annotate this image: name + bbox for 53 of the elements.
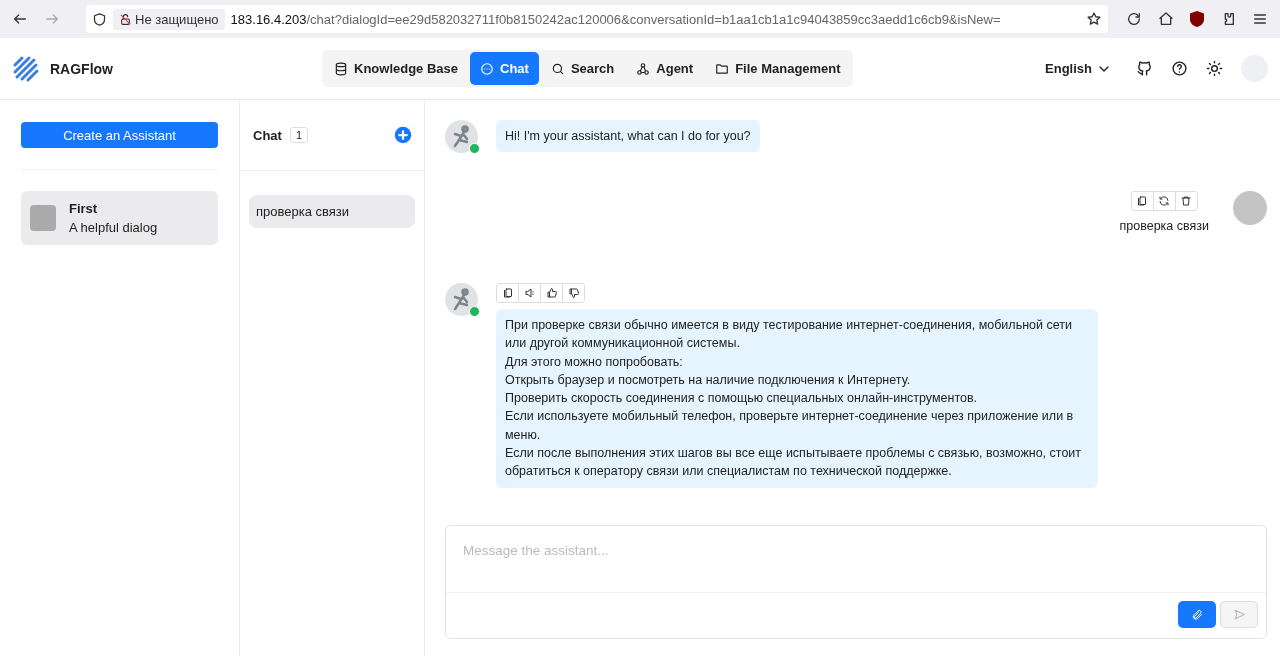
- app-name: RAGFlow: [50, 60, 113, 77]
- assistant-image: [30, 205, 56, 231]
- robot-avatar: [445, 120, 478, 153]
- nav-tab[interactable]: Agent: [626, 52, 704, 85]
- nav-tab[interactable]: Search: [540, 52, 625, 85]
- extension-shield-icon[interactable]: [1190, 11, 1204, 27]
- assistant-message: Hi! I'm your assistant, what can I do for you?: [496, 120, 760, 153]
- menu-icon: [1252, 11, 1268, 27]
- url-text: 183.16.4.203/chat?dialogId=ee29d582032711f0b8150242ac120006&conversationId=b1aa1cb1a1c94043859cc3aedd1c6cb9&isNew=: [230, 11, 1002, 27]
- back-icon: [12, 11, 28, 27]
- thumbs-up-icon[interactable]: [545, 287, 558, 299]
- nav-tab[interactable]: File Management: [705, 52, 851, 85]
- user-message: проверка связи: [1119, 218, 1209, 235]
- github-icon[interactable]: [1136, 60, 1153, 77]
- folder-icon: [715, 61, 730, 76]
- nodes-icon: [636, 61, 651, 76]
- add-icon[interactable]: [394, 126, 412, 144]
- forward-icon: [44, 11, 60, 27]
- help-icon[interactable]: [1171, 60, 1188, 77]
- chat-list-title: Chat: [253, 127, 282, 143]
- thumbs-down-icon[interactable]: [567, 287, 580, 299]
- shield-icon: [92, 11, 107, 27]
- speaker-icon[interactable]: [523, 287, 536, 299]
- copy-icon[interactable]: [501, 287, 514, 299]
- attach-button[interactable]: [1178, 601, 1216, 628]
- star-icon: [1086, 11, 1102, 27]
- chat-count-badge: 1: [289, 127, 308, 143]
- paperclip-icon: [1191, 608, 1203, 621]
- nav-tab[interactable]: Knowledge Base: [324, 52, 469, 85]
- robot-avatar: [445, 283, 478, 316]
- nav-tab[interactable]: Chat: [470, 52, 539, 85]
- conversation-item[interactable]: проверка связи: [249, 195, 415, 228]
- refresh-icon[interactable]: [1158, 195, 1171, 207]
- assistant-description: A helpful dialog: [69, 220, 158, 235]
- trash-icon[interactable]: [1180, 195, 1193, 207]
- sun-icon[interactable]: [1206, 60, 1223, 77]
- search-icon: [550, 61, 565, 76]
- reload-icon: [1126, 11, 1142, 27]
- copy-icon[interactable]: [1136, 195, 1149, 207]
- user-avatar: [1233, 191, 1267, 225]
- send-icon: [1232, 608, 1246, 621]
- message-composer[interactable]: Message the assistant...: [445, 525, 1267, 639]
- assistant-name: First: [69, 201, 99, 216]
- chat-icon: [480, 61, 495, 76]
- logo-icon: [12, 54, 40, 83]
- lock-icon: [119, 12, 132, 26]
- language-select[interactable]: English: [1045, 60, 1112, 77]
- assistant-card[interactable]: First A helpful dialog: [21, 191, 218, 245]
- create-assistant-button[interactable]: Create an Assistant: [21, 122, 218, 148]
- address-bar[interactable]: Не защищено 183.16.4.203/chat?dialogId=ee29d582032711f0b8150242ac120006&conversationId=b1aa1cb1a1c94043859cc3aedd1c6cb9&isNew=: [86, 5, 1108, 33]
- assistant-message: При проверке связи обычно имеется в виду тестирование интернет-соединения, мобильной сети или другой коммуникационной системы. Для этого можно попробовать: Открыть браузер и посмотреть на наличие подключения к Интернету. Проверить скорость соединения с помощью специальных онлайн-инструментов. Если используете мобильный телефон, проверьте интернет-соединение через приложение или в меню. Если после выполнения этих шагов вы все еще испытываете проблемы с связью, возможно, стоит обратиться к оператору связи или специалистам по технической поддержке.: [496, 309, 1098, 488]
- database-icon: [334, 61, 348, 76]
- home-icon: [1158, 11, 1174, 27]
